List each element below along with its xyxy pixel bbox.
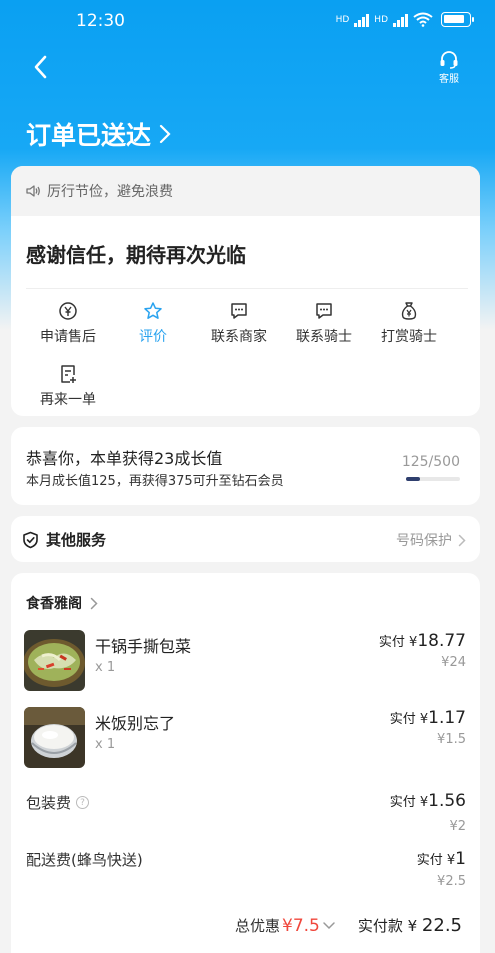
- signal-icon: [393, 13, 408, 27]
- notice-text: 厉行节俭，避免浪费: [47, 184, 173, 200]
- chevron-right-icon: [458, 534, 466, 546]
- thanks-message: 感谢信任，期待再次光临: [26, 243, 246, 267]
- chevron-down-icon: [323, 921, 335, 929]
- growth-progress-text: 125/500: [401, 454, 460, 470]
- item-name: 米饭别忘了: [95, 714, 176, 733]
- total-discount-label: 总优惠: [235, 917, 281, 935]
- growth-progress-fill: [406, 477, 420, 481]
- action-label: 评价: [139, 329, 167, 345]
- paid-amount: 1.17: [428, 708, 466, 728]
- total-paid-value: 22.5: [421, 915, 462, 936]
- total-paid-label: 实付款 ¥: [357, 917, 418, 935]
- status-time: 12:30: [76, 11, 125, 31]
- item-quantity: x 1: [95, 737, 116, 752]
- action-review[interactable]: 评价: [108, 301, 198, 346]
- order-status-text: 订单已送达: [26, 121, 152, 150]
- item-original-price: ¥24: [441, 655, 466, 670]
- item-quantity: x 1: [95, 660, 116, 675]
- chevron-right-icon: [159, 124, 171, 144]
- headset-icon: [440, 51, 458, 69]
- order-actions-card: 厉行节俭，避免浪费 感谢信任，期待再次光临 申请售后 评价 联系商家 联系骑士 …: [11, 166, 480, 416]
- fee-paid-price: 实付 ¥1.56: [390, 791, 466, 811]
- network-label-1: HD: [335, 14, 350, 25]
- action-contact-merchant[interactable]: 联系商家: [194, 301, 284, 346]
- paid-prefix: 实付 ¥: [416, 853, 456, 868]
- network-label-2: HD: [374, 14, 388, 25]
- chat-icon: [316, 303, 332, 319]
- battery-icon: [441, 12, 474, 27]
- fee-original-price: ¥2.5: [437, 874, 466, 889]
- action-after-sales[interactable]: 申请售后: [23, 301, 113, 346]
- notice-bar: 厉行节俭，避免浪费: [11, 166, 480, 216]
- other-services-card[interactable]: 其他服务 号码保护: [11, 516, 480, 562]
- order-details-card: 食香雅阁 干锅手撕包菜 x 1 实付 ¥18.77 ¥24 米饭别忘了 x 1 …: [11, 573, 480, 953]
- item-image-cabbage[interactable]: [24, 630, 85, 691]
- growth-card[interactable]: 恭喜你，本单获得23成长值 本月成长值125，再获得375可升至钻石会员 125…: [11, 427, 480, 505]
- action-contact-rider[interactable]: 联系骑士: [279, 301, 369, 346]
- chat-icon: [231, 303, 247, 319]
- paid-prefix: 实付 ¥: [389, 795, 429, 810]
- divider: [26, 288, 468, 289]
- customer-service-label: 客服: [439, 74, 459, 85]
- action-label: 再来一单: [40, 392, 96, 408]
- action-label: 联系骑士: [296, 329, 352, 345]
- item-original-price: ¥1.5: [437, 732, 466, 747]
- item-paid-price: 实付 ¥1.17: [390, 708, 466, 728]
- money-bag-icon: [401, 302, 417, 320]
- item-paid-price: 实付 ¥18.77: [379, 631, 466, 651]
- growth-progress-bar: [406, 477, 460, 481]
- paid-prefix: 实付 ¥: [378, 635, 418, 650]
- action-tip-rider[interactable]: 打赏骑士: [364, 301, 454, 346]
- paid-prefix: 实付 ¥: [389, 712, 429, 727]
- packaging-fee-label: 包装费 ?: [26, 792, 90, 813]
- help-icon[interactable]: ?: [76, 796, 90, 809]
- status-icons: HD HD: [335, 12, 474, 27]
- number-protection-label: 号码保护: [396, 533, 452, 549]
- wifi-icon: [413, 12, 433, 27]
- paid-amount: 1: [455, 849, 466, 869]
- shop-name: 食香雅阁: [26, 596, 82, 612]
- back-button[interactable]: [30, 54, 54, 80]
- total-discount-value: ¥7.5: [282, 915, 320, 936]
- fee-original-price: ¥2: [449, 819, 466, 834]
- action-label: 联系商家: [211, 329, 267, 345]
- action-label: 申请售后: [40, 329, 96, 345]
- growth-subtitle: 本月成长值125，再获得375可升至钻石会员: [26, 474, 284, 489]
- other-services-title: 其他服务: [22, 529, 106, 550]
- fee-paid-price: 实付 ¥1: [417, 849, 466, 869]
- total-discount[interactable]: 总优惠 ¥7.5: [235, 915, 336, 936]
- total-paid: 实付款 ¥ 22.5: [358, 915, 462, 936]
- order-status-title[interactable]: 订单已送达: [26, 116, 171, 152]
- customer-service-button[interactable]: 客服: [439, 51, 459, 85]
- other-services-label: 其他服务: [46, 531, 107, 549]
- speaker-icon: [26, 185, 40, 197]
- shield-check-icon: [23, 531, 38, 548]
- shop-name-link[interactable]: 食香雅阁: [26, 593, 98, 613]
- chevron-left-icon: [34, 55, 47, 79]
- item-name: 干锅手撕包菜: [95, 637, 192, 656]
- fee-label: 配送费(蜂鸟快送): [26, 851, 143, 869]
- paid-amount: 18.77: [417, 631, 466, 651]
- paid-amount: 1.56: [428, 791, 466, 811]
- fee-label: 包装费: [26, 794, 72, 812]
- delivery-fee-label: 配送费(蜂鸟快送): [26, 849, 143, 870]
- signal-icon: [354, 13, 370, 27]
- item-image-rice[interactable]: [24, 707, 85, 768]
- growth-title: 恭喜你，本单获得23成长值: [26, 449, 223, 468]
- star-icon: [144, 302, 162, 319]
- action-reorder[interactable]: 再来一单: [23, 364, 113, 409]
- yuan-circle-icon: [59, 302, 77, 320]
- number-protection-link[interactable]: 号码保护: [396, 530, 466, 550]
- chevron-right-icon: [90, 597, 98, 609]
- reorder-icon: [61, 365, 76, 383]
- status-bar: 12:30 HD HD: [0, 0, 495, 40]
- action-label: 打赏骑士: [381, 329, 437, 345]
